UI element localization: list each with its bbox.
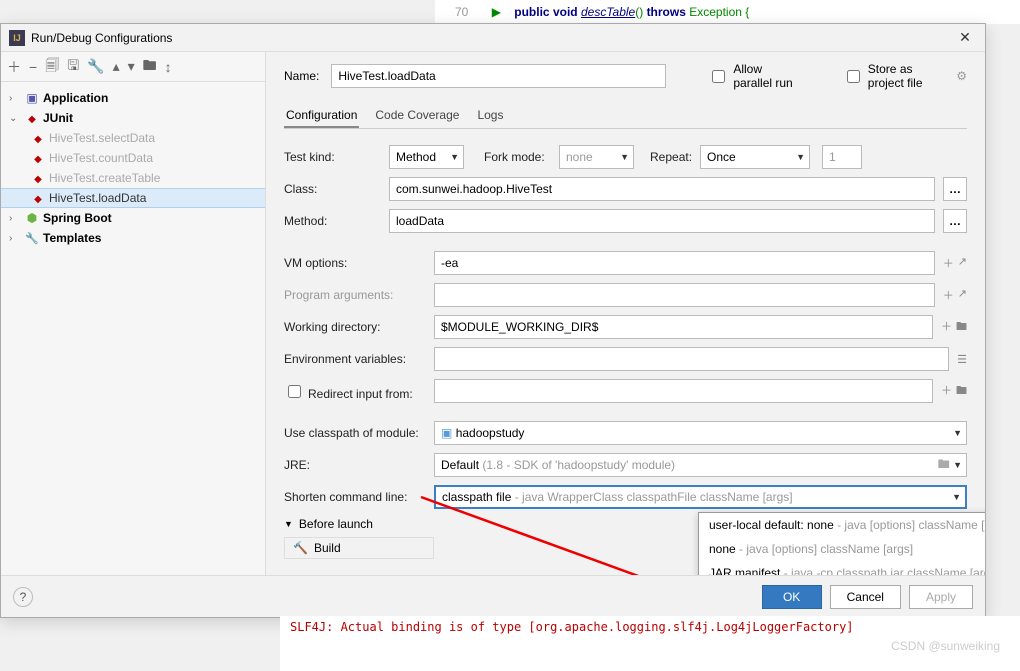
forkmode-combo[interactable]: none▼ xyxy=(559,145,634,169)
tree-node-junit[interactable]: ⌄JUnit xyxy=(1,108,265,128)
tab-codecoverage[interactable]: Code Coverage xyxy=(373,104,461,128)
method-input[interactable] xyxy=(389,209,935,233)
tree-node-templates[interactable]: ›Templates xyxy=(1,228,265,248)
testkind-label: Test kind: xyxy=(284,150,389,164)
expand-icon[interactable]: ↗ xyxy=(958,255,967,271)
dd-option-jar[interactable]: JAR manifest - java -cp classpath.jar cl… xyxy=(699,561,985,575)
dd-option-none[interactable]: none - java [options] className [args] xyxy=(699,537,985,561)
jre-combo[interactable]: Default (1.8 - SDK of 'hadoopstudy' modu… xyxy=(434,453,967,477)
testkind-combo[interactable]: Method▼ xyxy=(389,145,464,169)
left-pane: ＋ − 🗐 🖫 🔧 ▴ ▾ 🖿 ↕ ›Application ⌄JUnit Hi… xyxy=(1,52,266,575)
list-icon[interactable]: ☰ xyxy=(957,353,967,366)
plus-icon[interactable]: ＋ xyxy=(943,287,954,303)
tree-node-createtable[interactable]: HiveTest.createTable xyxy=(1,168,265,188)
redirect-input[interactable] xyxy=(434,379,933,403)
plus-icon[interactable]: ＋ xyxy=(941,382,952,401)
method-label: Method: xyxy=(284,214,389,228)
tab-configuration[interactable]: Configuration xyxy=(284,104,359,128)
editor-line: 70 ▶ public void descTable() throws Exce… xyxy=(435,0,1020,24)
tree-node-selectdata[interactable]: HiveTest.selectData xyxy=(1,128,265,148)
workdir-input[interactable] xyxy=(434,315,933,339)
up-icon[interactable]: ▴ xyxy=(113,58,120,75)
plus-icon[interactable]: ＋ xyxy=(941,318,952,337)
copy-icon[interactable]: 🗐 xyxy=(45,55,59,79)
shorten-combo[interactable]: classpath file - java WrapperClass class… xyxy=(434,485,967,509)
envvars-input[interactable] xyxy=(434,347,949,371)
run-debug-dialog: IJ Run/Debug Configurations ✕ ＋ − 🗐 🖫 🔧 … xyxy=(0,23,986,618)
tab-logs[interactable]: Logs xyxy=(475,104,505,128)
watermark: CSDN @sunweiking xyxy=(891,639,1000,653)
class-label: Class: xyxy=(284,182,389,196)
gear-icon[interactable]: ⚙ xyxy=(956,69,967,83)
tree-node-springboot[interactable]: ›Spring Boot xyxy=(1,208,265,228)
repeat-label: Repeat: xyxy=(650,150,700,164)
build-task[interactable]: 🔨Build xyxy=(284,537,434,559)
tab-bar: Configuration Code Coverage Logs xyxy=(284,104,967,129)
remove-icon[interactable]: − xyxy=(29,59,37,75)
repeat-count-input[interactable] xyxy=(822,145,862,169)
class-browse-button[interactable]: … xyxy=(943,177,967,201)
folder-icon[interactable]: 🖿 xyxy=(956,318,967,337)
shorten-label: Shorten command line: xyxy=(284,490,434,504)
app-icon: IJ xyxy=(9,30,25,46)
name-input[interactable] xyxy=(331,64,666,88)
tree-node-countdata[interactable]: HiveTest.countData xyxy=(1,148,265,168)
down-icon[interactable]: ▾ xyxy=(128,58,135,75)
jre-label: JRE: xyxy=(284,458,434,472)
redirect-checkbox[interactable]: Redirect input from: xyxy=(284,382,434,401)
store-checkbox[interactable]: Store as project file xyxy=(843,62,944,90)
forkmode-label: Fork mode: xyxy=(484,150,559,164)
repeat-combo[interactable]: Once▼ xyxy=(700,145,810,169)
dialog-footer: ? OK Cancel Apply xyxy=(1,575,985,617)
add-icon[interactable]: ＋ xyxy=(7,57,21,77)
classpath-label: Use classpath of module: xyxy=(284,426,434,440)
hammer-icon: 🔨 xyxy=(293,541,308,555)
name-label: Name: xyxy=(284,69,319,83)
apply-button[interactable]: Apply xyxy=(909,585,973,609)
sort-icon[interactable]: ↕ xyxy=(165,59,172,75)
plus-icon[interactable]: ＋ xyxy=(943,255,954,271)
dd-option-default[interactable]: user-local default: none - java [options… xyxy=(699,513,985,537)
expand-icon[interactable]: ↗ xyxy=(958,287,967,303)
method-browse-button[interactable]: … xyxy=(943,209,967,233)
folder-icon[interactable]: 🖿 xyxy=(956,382,967,401)
progargs-label: Program arguments: xyxy=(284,288,434,302)
tree-node-application[interactable]: ›Application xyxy=(1,88,265,108)
config-tree: ›Application ⌄JUnit HiveTest.selectData … xyxy=(1,82,265,575)
ok-button[interactable]: OK xyxy=(762,585,822,609)
classpath-combo[interactable]: ▣ hadoopstudy▼ xyxy=(434,421,967,445)
workdir-label: Working directory: xyxy=(284,320,434,334)
close-icon[interactable]: ✕ xyxy=(953,29,977,46)
envvars-label: Environment variables: xyxy=(284,352,434,366)
class-input[interactable] xyxy=(389,177,935,201)
cancel-button[interactable]: Cancel xyxy=(830,585,901,609)
progargs-input[interactable] xyxy=(434,283,935,307)
help-button[interactable]: ? xyxy=(13,587,33,607)
dialog-title: Run/Debug Configurations xyxy=(31,31,953,45)
shorten-dropdown: user-local default: none - java [options… xyxy=(698,512,985,575)
folder-icon[interactable]: 🖿 xyxy=(143,55,157,79)
right-pane: Name: Allow parallel run Store as projec… xyxy=(266,52,985,575)
titlebar: IJ Run/Debug Configurations ✕ xyxy=(1,24,985,52)
vmoptions-label: VM options: xyxy=(284,256,434,270)
wrench-icon[interactable]: 🔧 xyxy=(87,58,104,75)
left-toolbar: ＋ − 🗐 🖫 🔧 ▴ ▾ 🖿 ↕ xyxy=(1,52,265,82)
vmoptions-input[interactable] xyxy=(434,251,935,275)
save-icon[interactable]: 🖫 xyxy=(67,55,79,79)
parallel-checkbox[interactable]: Allow parallel run xyxy=(708,62,800,90)
tree-node-loaddata[interactable]: HiveTest.loadData xyxy=(1,188,265,208)
